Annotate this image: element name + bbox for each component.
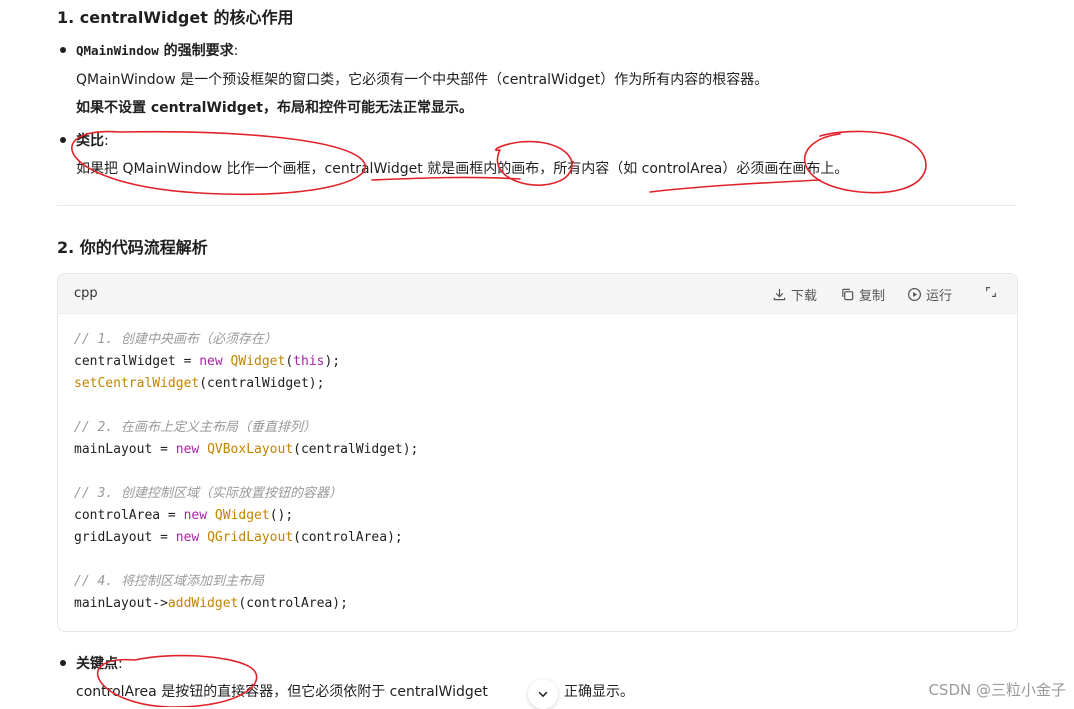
- code-line: mainLayout = new QVBoxLayout(centralWidg…: [74, 439, 418, 461]
- code-line: // 2. 在画布上定义主布局（垂直排列）: [74, 417, 418, 439]
- section2-title: 2. 你的代码流程解析: [57, 238, 208, 257]
- chevron-down-icon: [538, 691, 548, 698]
- code-block: cpp 下载 复制 运行 // 1. 创建中央画布（必须存在） centralWi…: [57, 273, 1018, 632]
- code-token: new: [175, 530, 200, 545]
- code-token: (centralWidget);: [199, 376, 325, 391]
- code-token: this: [293, 354, 325, 369]
- code-block-header: cpp 下载 复制 运行: [58, 274, 1017, 314]
- bullet1-label-text: 的强制要求: [158, 43, 234, 59]
- watermark: CSDN @三粒小金子: [928, 681, 1066, 699]
- section-divider: [57, 205, 1016, 206]
- bullet1-line2: 如果不设置 centralWidget，布局和控件可能无法正常显示。: [76, 100, 473, 116]
- code-token: QWidget: [214, 508, 270, 523]
- code-token: (centralWidget);: [293, 442, 419, 457]
- copy-icon: [842, 288, 854, 301]
- code-line: // 4. 将控制区域添加到主布局: [74, 571, 418, 593]
- run-button[interactable]: 运行: [907, 285, 952, 304]
- bullet3-colon: :: [118, 656, 123, 672]
- copy-label: 复制: [859, 289, 886, 304]
- code-line: centralWidget = new QWidget(this);: [74, 351, 418, 373]
- run-icon: [907, 287, 922, 302]
- code-token: gridLayout =: [74, 530, 176, 545]
- code-token: new: [199, 354, 223, 369]
- bullet2-line1: 如果把 QMainWindow 比作一个画框，centralWidget 就是画…: [76, 161, 849, 177]
- code-token: // 4. 将控制区域添加到主布局: [74, 574, 264, 589]
- code-token: (: [285, 354, 294, 369]
- code-token: // 1. 创建中央画布（必须存在）: [74, 332, 277, 347]
- bullet-dot: [60, 47, 66, 53]
- code-line: setCentralWidget(centralWidget);: [74, 373, 418, 395]
- section1-title: 1. centralWidget 的核心作用: [57, 8, 294, 27]
- code-token: new: [175, 442, 200, 457]
- bullet2-label-text: 类比: [76, 133, 104, 149]
- code-line: gridLayout = new QGridLayout(controlArea…: [74, 527, 418, 549]
- code-line: // 1. 创建中央画布（必须存在）: [74, 329, 418, 351]
- code-token: new: [183, 508, 208, 523]
- download-label: 下载: [791, 289, 818, 304]
- code-token: mainLayout->: [74, 596, 168, 611]
- expand-button[interactable]: [984, 285, 998, 299]
- code-line: // 3. 创建控制区域（实际放置按钮的容器）: [74, 483, 418, 505]
- bullet1-label-code: QMainWindow: [76, 43, 159, 58]
- bullet-dot: [60, 137, 66, 143]
- code-token: centralWidget =: [74, 354, 200, 369]
- code-language-label: cpp: [74, 286, 98, 301]
- code-token: QGridLayout: [207, 530, 294, 545]
- copy-button[interactable]: 复制: [840, 285, 885, 304]
- expand-icon: [986, 287, 996, 297]
- code-line: controlArea = new QWidget();: [74, 505, 418, 527]
- bullet2-label: 类比:: [76, 130, 109, 150]
- code-token: (controlArea);: [238, 596, 348, 611]
- annotation-underline-all: [649, 179, 821, 193]
- scroll-down-button[interactable]: [528, 679, 558, 709]
- bullet2-colon: :: [104, 133, 109, 149]
- code-token: mainLayout =: [74, 442, 176, 457]
- download-button[interactable]: 下载: [772, 285, 817, 304]
- code-token: QWidget: [230, 354, 286, 369]
- code-content: // 1. 创建中央画布（必须存在） centralWidget = new QW…: [74, 329, 418, 615]
- download-icon: [773, 288, 786, 301]
- run-label: 运行: [926, 289, 953, 304]
- bullet1-label: QMainWindow 的强制要求:: [76, 40, 238, 60]
- code-token: // 2. 在画布上定义主布局（垂直排列）: [74, 420, 316, 435]
- bullet3-label-text: 关键点: [76, 656, 118, 672]
- bullet3-label: 关键点:: [76, 653, 123, 673]
- bullet1-colon: :: [233, 43, 239, 59]
- code-line: mainLayout->addWidget(controlArea);: [74, 593, 418, 615]
- code-token: ();: [269, 508, 294, 523]
- code-token: addWidget: [167, 596, 239, 611]
- code-token: );: [324, 354, 341, 369]
- bullet1-line1: QMainWindow 是一个预设框架的窗口类，它必须有一个中央部件（centr…: [76, 72, 769, 88]
- bullet-dot: [60, 660, 66, 666]
- code-token: controlArea =: [74, 508, 184, 523]
- code-token: setCentralWidget: [74, 376, 200, 391]
- code-token: // 3. 创建控制区域（实际放置按钮的容器）: [74, 486, 342, 501]
- code-token: (controlArea);: [293, 530, 403, 545]
- bullet3-line1-b: 正确显示。: [564, 684, 634, 700]
- code-token: QVBoxLayout: [207, 442, 294, 457]
- bullet3-line1-a: controlArea 是按钮的直接容器，但它必须依附于 centralWidg…: [76, 684, 488, 700]
